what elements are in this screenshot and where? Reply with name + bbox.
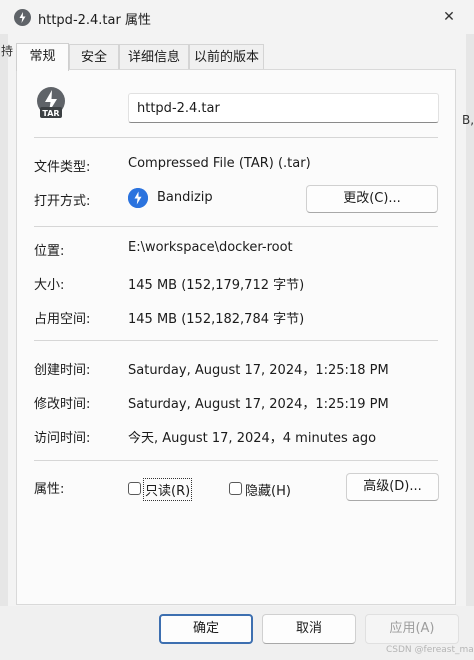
title-bar: httpd-2.4.tar 属性 ✕ <box>0 0 474 34</box>
size-value: 145 MB (152,179,712 字节) <box>128 278 305 293</box>
tab-label: 常规 <box>29 49 56 64</box>
watermark: CSDN @fereast_man <box>386 645 474 655</box>
readonly-checkbox[interactable] <box>128 482 141 495</box>
ok-button-label: 确定 <box>192 621 219 636</box>
window-title: httpd-2.4.tar 属性 <box>38 13 151 28</box>
readonly-checkbox-label[interactable]: 只读(R) <box>142 478 193 501</box>
attributes-label: 属性: <box>34 482 65 497</box>
separator <box>34 226 438 227</box>
tar-badge-text: TAR <box>42 109 59 118</box>
tab-general[interactable]: 常规 <box>16 43 69 71</box>
general-tab-panel <box>16 69 456 605</box>
apply-button: 应用(A) <box>365 614 459 644</box>
change-app-button-label: 更改(C)... <box>343 191 401 206</box>
cancel-button-label: 取消 <box>295 621 322 636</box>
separator <box>34 137 438 138</box>
size-on-disk-value: 145 MB (152,182,784 字节) <box>128 312 305 327</box>
tab-security[interactable]: 安全 <box>69 44 119 70</box>
size-on-disk-label: 占用空间: <box>34 312 91 327</box>
accessed-value: 今天, August 17, 2024，4 minutes ago <box>128 431 377 446</box>
background-text-fragment-left: 持 <box>1 44 14 58</box>
advanced-button-label: 高级(D)... <box>363 479 422 494</box>
tab-details[interactable]: 详细信息 <box>119 44 189 70</box>
hidden-checkbox-label[interactable]: 隐藏(H) <box>245 480 291 499</box>
background-text-fragment-right: B, <box>462 113 474 127</box>
tar-file-icon: TAR <box>34 86 68 120</box>
tab-previous-versions[interactable]: 以前的版本 <box>189 44 264 70</box>
file-name-input[interactable] <box>128 93 439 123</box>
opens-with-app-name: Bandizip <box>157 190 213 205</box>
close-icon: ✕ <box>443 9 455 25</box>
size-label: 大小: <box>34 278 65 293</box>
created-value: Saturday, August 17, 2024，1:25:18 PM <box>128 363 389 378</box>
accessed-label: 访问时间: <box>34 431 91 446</box>
hidden-checkbox[interactable] <box>229 482 242 495</box>
tab-label: 安全 <box>80 50 107 65</box>
separator <box>34 460 438 461</box>
bandizip-icon <box>128 188 148 208</box>
modified-value: Saturday, August 17, 2024，1:25:19 PM <box>128 397 389 412</box>
properties-dialog: 持 B, httpd-2.4.tar 属性 ✕ 常规 安全 详细信息 以前的版本 <box>0 0 474 660</box>
ok-button[interactable]: 确定 <box>159 614 253 644</box>
location-value: E:\workspace\docker-root <box>128 240 293 255</box>
file-type-value: Compressed File (TAR) (.tar) <box>128 156 311 171</box>
cancel-button[interactable]: 取消 <box>262 614 356 644</box>
tab-label: 详细信息 <box>127 50 180 65</box>
background-window-edge-left <box>0 34 8 644</box>
created-label: 创建时间: <box>34 363 91 378</box>
close-button[interactable]: ✕ <box>434 4 464 30</box>
location-label: 位置: <box>34 244 65 259</box>
separator <box>34 340 438 341</box>
advanced-button[interactable]: 高级(D)... <box>346 473 439 501</box>
opens-with-label: 打开方式: <box>34 194 91 209</box>
archive-file-icon <box>14 9 31 26</box>
apply-button-label: 应用(A) <box>389 621 435 636</box>
tab-label: 以前的版本 <box>193 50 259 65</box>
modified-label: 修改时间: <box>34 397 91 412</box>
change-app-button[interactable]: 更改(C)... <box>306 185 438 213</box>
file-type-label: 文件类型: <box>34 160 91 175</box>
